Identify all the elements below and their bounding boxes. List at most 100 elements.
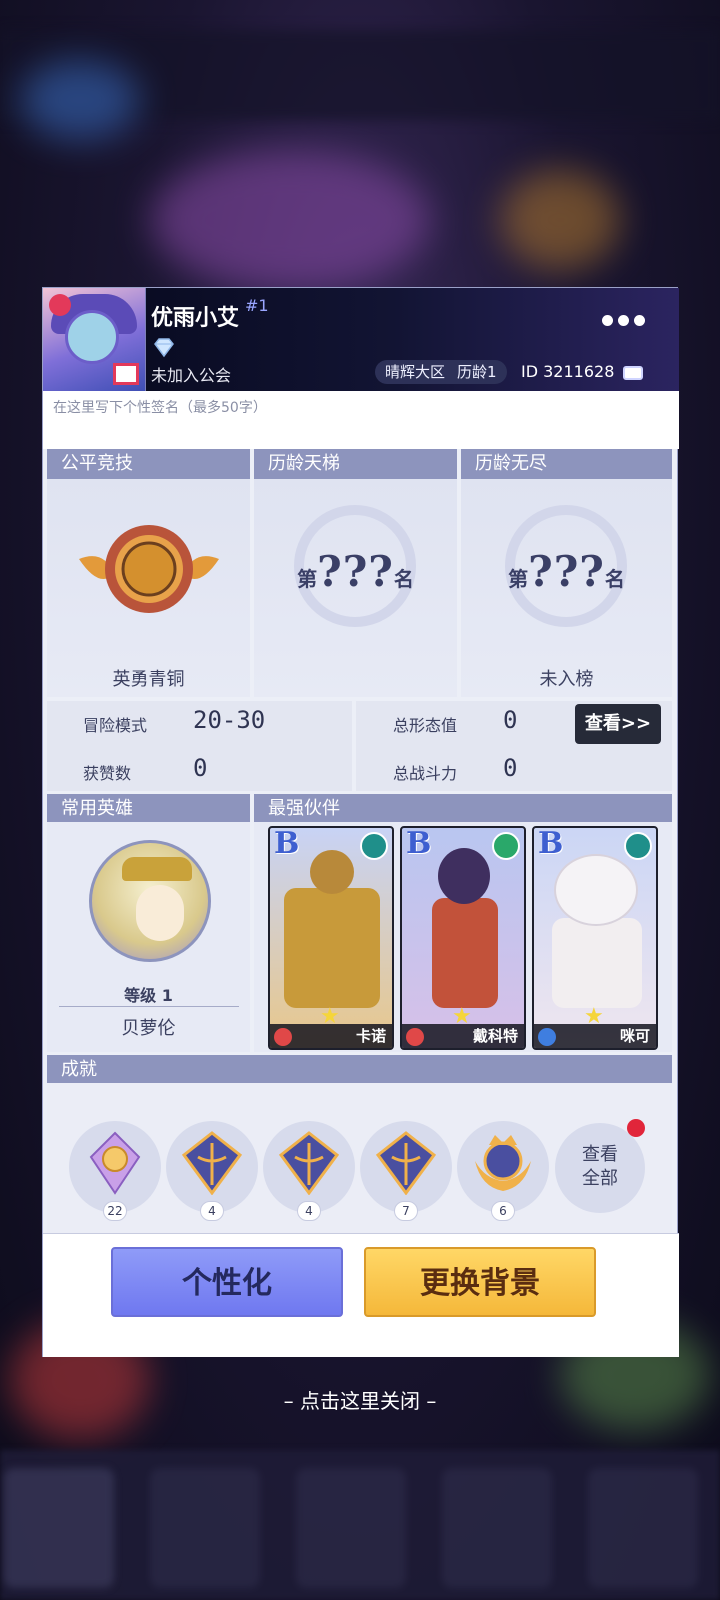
rank-card-endless[interactable]: 第???名 未入榜 <box>461 479 672 697</box>
achievement-badge[interactable]: 22 <box>69 1121 161 1221</box>
role-icon <box>274 1028 292 1046</box>
achievement-count: 4 <box>297 1201 321 1221</box>
guild-status: 未加入公会 <box>151 366 232 385</box>
more-options-button[interactable] <box>599 310 647 330</box>
partner-card[interactable]: B ★ 卡诺 <box>268 826 394 1050</box>
partner-card[interactable]: B ★ 戴科特 <box>400 826 526 1050</box>
avatar-bow <box>49 294 71 316</box>
shield-badge-icon <box>181 1131 243 1195</box>
partner-grade: B <box>406 826 432 861</box>
crown-badge-icon <box>475 1135 531 1191</box>
sun-badge-icon <box>89 1131 141 1195</box>
rank-title-endless: 历龄无尽 <box>461 449 672 479</box>
partner-figure-head <box>554 854 638 926</box>
likes-label: 获赞数 <box>83 764 132 783</box>
common-hero-avatar[interactable] <box>89 840 211 962</box>
power-value: 0 <box>503 754 518 782</box>
player-name: 优雨小艾 <box>151 306 240 331</box>
form-value: 0 <box>503 706 518 734</box>
player-id: ID 3211628 <box>521 362 615 381</box>
background-tab <box>442 1468 552 1588</box>
partner-figure <box>552 918 642 1008</box>
achievement-badge[interactable]: 4 <box>166 1121 258 1221</box>
signature-field[interactable]: 在这里写下个性签名（最多50字） <box>43 391 679 449</box>
dot-icon <box>601 314 613 326</box>
profile-dialog: 优雨小艾 #1 未加入公会 晴辉大区 历龄1 ID 3211628 在这里写下个… <box>42 287 679 1357</box>
action-buttons-row: 个性化 更换背景 <box>43 1233 679 1357</box>
common-hero-level: 等级 1 <box>124 986 173 1005</box>
view-all-line1: 查看 <box>582 1144 618 1165</box>
close-dialog-hint[interactable]: – 点击这里关闭 – <box>0 1385 720 1414</box>
likes-value: 0 <box>193 754 208 782</box>
common-hero-title: 常用英雄 <box>47 794 250 824</box>
player-age: 历龄1 <box>457 363 497 381</box>
background-tab <box>296 1468 406 1588</box>
background-blob <box>150 150 430 290</box>
background-blob <box>500 170 620 270</box>
partner-figure-head <box>438 848 490 904</box>
view-all-line2: 全部 <box>582 1168 618 1189</box>
achievement-count: 4 <box>200 1201 224 1221</box>
role-icon <box>538 1028 556 1046</box>
dot-icon <box>617 314 629 326</box>
hero-crown <box>122 857 192 881</box>
copy-id-icon[interactable] <box>623 366 643 380</box>
form-label: 总形态值 <box>393 716 458 735</box>
avatar-gift <box>113 363 139 385</box>
rank-endless-position: 第???名 <box>508 547 625 596</box>
achievement-badge[interactable]: 7 <box>360 1121 452 1221</box>
player-avatar[interactable] <box>43 288 146 391</box>
diamond-icon <box>154 338 174 358</box>
rank-fair-label: 英勇青铜 <box>112 669 185 690</box>
power-label: 总战斗力 <box>393 764 458 783</box>
shield-badge-icon <box>278 1131 340 1195</box>
view-all-achievements-button[interactable]: 查看 全部 <box>555 1123 645 1213</box>
zone-name: 晴辉大区 <box>385 363 446 381</box>
player-rank-tag: #1 <box>245 296 269 315</box>
divider <box>59 1006 239 1007</box>
partner-figure-head <box>310 850 354 894</box>
common-hero-panel: 等级 1 贝萝伦 <box>47 822 250 1052</box>
rank-title-fair: 公平竞技 <box>47 449 250 479</box>
adventure-label: 冒险模式 <box>83 716 148 735</box>
background-tab <box>150 1468 260 1588</box>
rank-endless-label: 未入榜 <box>539 669 594 690</box>
zone-pill: 晴辉大区 历龄1 <box>375 360 507 384</box>
dot-icon <box>633 314 645 326</box>
partner-grade: B <box>538 826 564 861</box>
change-background-button[interactable]: 更换背景 <box>364 1247 596 1317</box>
profile-header: 优雨小艾 #1 未加入公会 晴辉大区 历龄1 ID 3211628 <box>43 288 679 391</box>
adventure-value: 20-30 <box>193 706 266 734</box>
avatar-face <box>65 310 119 364</box>
achievement-count: 7 <box>394 1201 418 1221</box>
achievement-count: 22 <box>103 1201 127 1221</box>
element-icon <box>624 832 652 860</box>
partner-grade: B <box>274 826 300 861</box>
achievements-panel: 22 4 4 7 6 查看 全部 <box>47 1083 672 1233</box>
partner-figure <box>284 888 380 1008</box>
element-icon <box>360 832 388 860</box>
background-blob <box>20 60 140 140</box>
achievement-badge[interactable]: 6 <box>457 1121 549 1221</box>
bronze-medal-icon <box>79 525 219 613</box>
achievements-title: 成就 <box>47 1055 672 1085</box>
strongest-partner-panel: B ★ 卡诺 B ★ 戴科特 B ★ 咪可 <box>254 822 672 1052</box>
role-icon <box>406 1028 424 1046</box>
background-tab <box>588 1468 698 1588</box>
rank-ladder-position: 第???名 <box>297 547 414 596</box>
hero-face <box>136 885 184 941</box>
personalize-button[interactable]: 个性化 <box>111 1247 343 1317</box>
achievement-badge[interactable]: 4 <box>263 1121 355 1221</box>
achievement-count: 6 <box>491 1201 515 1221</box>
partner-card[interactable]: B ★ 咪可 <box>532 826 658 1050</box>
view-stats-button[interactable]: 查看>> <box>575 704 661 744</box>
rank-card-fair[interactable]: 英勇青铜 <box>47 479 250 697</box>
rank-card-ladder[interactable]: 第???名 <box>254 479 457 697</box>
partner-name: 咪可 <box>619 1027 650 1045</box>
partner-name: 卡诺 <box>355 1027 386 1045</box>
partner-name: 戴科特 <box>472 1027 518 1045</box>
partner-figure <box>432 898 498 1008</box>
background-tab <box>4 1468 114 1588</box>
common-hero-name: 贝萝伦 <box>121 1018 176 1039</box>
rank-title-ladder: 历龄天梯 <box>254 449 457 479</box>
